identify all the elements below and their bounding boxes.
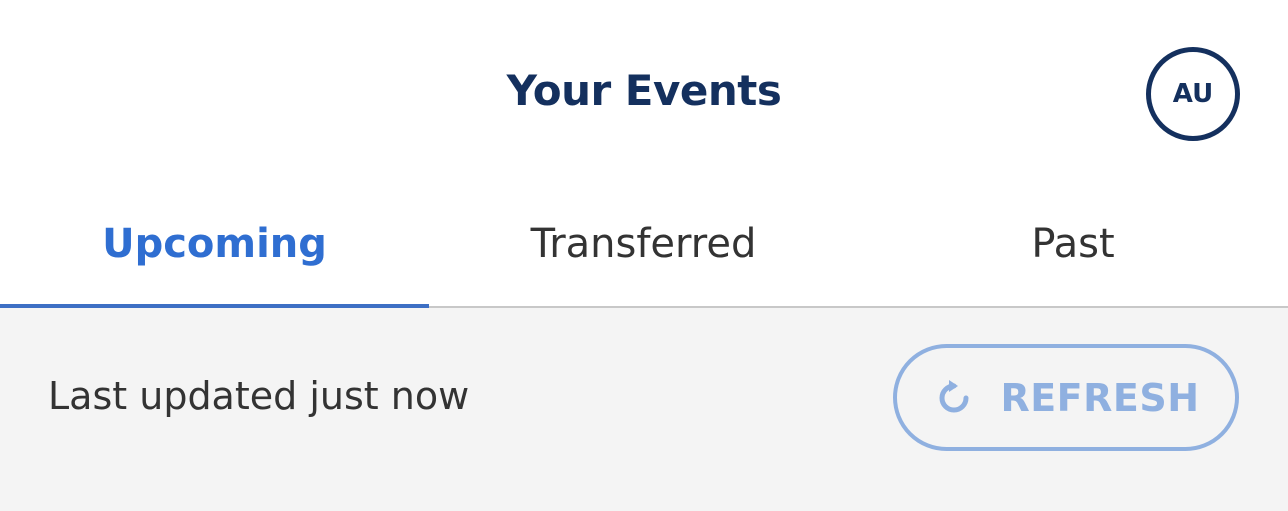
tab-transferred[interactable]: Transferred — [429, 190, 858, 308]
tab-upcoming[interactable]: Upcoming — [0, 190, 429, 308]
events-tabs: Upcoming Transferred Past — [0, 190, 1288, 308]
tab-past-label: Past — [1031, 221, 1115, 267]
tab-transferred-label: Transferred — [530, 221, 757, 267]
user-avatar[interactable]: AU — [1146, 47, 1240, 141]
avatar-initials: AU — [1172, 79, 1214, 109]
events-content: Last updated just now REFRESH — [0, 308, 1288, 511]
tab-upcoming-label: Upcoming — [102, 221, 327, 267]
tab-past[interactable]: Past — [858, 190, 1288, 308]
page-title: Your Events — [506, 66, 782, 115]
refresh-icon — [932, 376, 976, 420]
app-header: Your Events AU — [0, 0, 1288, 190]
refresh-button[interactable]: REFRESH — [893, 344, 1239, 451]
refresh-label: REFRESH — [1000, 375, 1200, 420]
last-updated-text: Last updated just now — [48, 374, 470, 418]
